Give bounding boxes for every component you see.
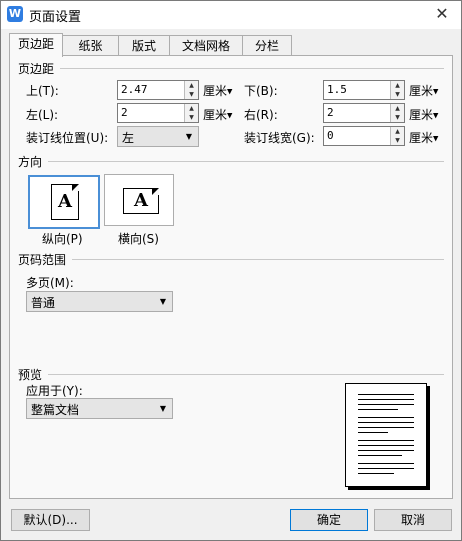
top-margin-spinner-icon[interactable]: ▲ ▼ xyxy=(184,81,198,99)
preview-divider xyxy=(48,374,444,375)
pages-divider xyxy=(72,259,444,260)
chevron-down-icon: ▼ xyxy=(433,111,439,120)
top-margin-value: 2.47 xyxy=(121,83,148,96)
chevron-down-icon: ▼ xyxy=(433,134,439,143)
page-setup-dialog: W 页面设置 ✕ 页边距 纸张 版式 文档网格 分栏 页边距 上(T): 2.4… xyxy=(0,0,462,541)
left-margin-value: 2 xyxy=(121,106,128,119)
tab-document-grid[interactable]: 文档网格 xyxy=(169,35,243,56)
apply-to-label: 应用于(Y): xyxy=(26,384,83,398)
chevron-down-icon: ▼ xyxy=(433,87,439,96)
margins-divider xyxy=(60,68,444,69)
right-margin-spinner-icon[interactable]: ▲ ▼ xyxy=(390,104,404,122)
gutter-position-select[interactable]: 左 ▼ xyxy=(117,126,199,147)
right-margin-input[interactable]: 2 ▲ ▼ xyxy=(323,103,405,123)
bottom-margin-label: 下(B): xyxy=(244,84,278,98)
tab-paper[interactable]: 纸张 xyxy=(62,35,119,56)
multiple-pages-value: 普通 xyxy=(31,296,56,310)
left-margin-spinner-icon[interactable]: ▲ ▼ xyxy=(184,104,198,122)
landscape-label[interactable]: 横向(S) xyxy=(118,230,159,247)
gutter-width-value: 0 xyxy=(327,129,334,142)
tab-columns[interactable]: 分栏 xyxy=(242,35,292,56)
chevron-down-icon: ▼ xyxy=(227,111,233,120)
portrait-label[interactable]: 纵向(P) xyxy=(42,230,83,247)
top-margin-label: 上(T): xyxy=(26,84,59,98)
chevron-down-icon: ▼ xyxy=(227,87,233,96)
top-margin-unit[interactable]: 厘米▼ xyxy=(203,82,232,99)
right-margin-label: 右(R): xyxy=(244,108,278,122)
preview-page-thumbnail xyxy=(345,383,427,487)
left-margin-input[interactable]: 2 ▲ ▼ xyxy=(117,103,199,123)
gutter-position-value: 左 xyxy=(122,131,135,145)
multiple-pages-label: 多页(M): xyxy=(26,276,74,290)
bottom-margin-unit[interactable]: 厘米▼ xyxy=(409,82,438,99)
bottom-margin-input[interactable]: 1.5 ▲ ▼ xyxy=(323,80,405,100)
preview-section-title: 预览 xyxy=(18,368,43,382)
margins-section-title: 页边距 xyxy=(18,62,55,76)
bottom-margin-value: 1.5 xyxy=(327,83,347,96)
left-margin-unit[interactable]: 厘米▼ xyxy=(203,106,232,123)
close-icon[interactable]: ✕ xyxy=(431,3,453,25)
tab-layout[interactable]: 版式 xyxy=(118,35,170,56)
default-button[interactable]: 默认(D)... xyxy=(11,509,90,531)
right-margin-value: 2 xyxy=(327,106,334,119)
bottom-margin-spinner-icon[interactable]: ▲ ▼ xyxy=(390,81,404,99)
gutter-width-unit[interactable]: 厘米▼ xyxy=(409,129,438,146)
cancel-button[interactable]: 取消 xyxy=(374,509,452,531)
apply-to-select[interactable]: 整篇文档 ▼ xyxy=(26,398,173,419)
right-margin-unit[interactable]: 厘米▼ xyxy=(409,106,438,123)
top-margin-input[interactable]: 2.47 ▲ ▼ xyxy=(117,80,199,100)
window-title: 页面设置 xyxy=(29,10,82,25)
tab-margins[interactable]: 页边距 xyxy=(9,33,63,57)
title-bar: W 页面设置 ✕ xyxy=(1,1,461,29)
wps-writer-icon: W xyxy=(7,6,23,22)
pages-section-title: 页码范围 xyxy=(18,253,67,267)
portrait-page-icon: A xyxy=(51,184,79,220)
gutter-position-label: 装订线位置(U): xyxy=(26,131,109,145)
gutter-width-spinner-icon[interactable]: ▲ ▼ xyxy=(390,127,404,145)
ok-button[interactable]: 确定 xyxy=(290,509,368,531)
gutter-width-input[interactable]: 0 ▲ ▼ xyxy=(323,126,405,146)
landscape-option[interactable]: A xyxy=(104,174,174,226)
left-margin-label: 左(L): xyxy=(26,108,59,122)
landscape-page-icon: A xyxy=(123,188,159,214)
orientation-section-title: 方向 xyxy=(18,155,43,169)
chevron-down-icon: ▼ xyxy=(159,297,166,306)
gutter-width-label: 装订线宽(G): xyxy=(244,131,315,145)
multiple-pages-select[interactable]: 普通 ▼ xyxy=(26,291,173,312)
chevron-down-icon: ▼ xyxy=(185,132,192,141)
portrait-option[interactable]: A xyxy=(28,175,100,229)
chevron-down-icon: ▼ xyxy=(159,404,166,413)
orientation-divider xyxy=(48,161,444,162)
apply-to-value: 整篇文档 xyxy=(31,403,80,417)
